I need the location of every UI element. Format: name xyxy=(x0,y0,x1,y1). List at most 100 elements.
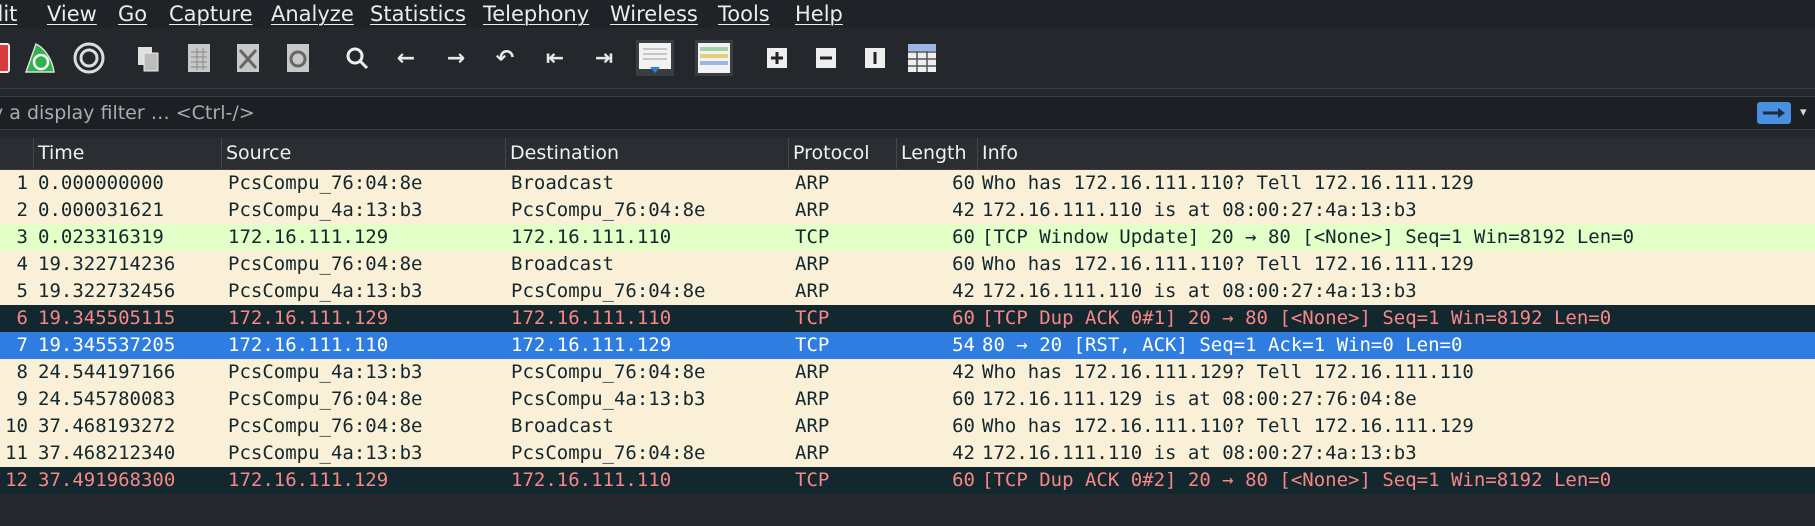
menu-help[interactable]: Help xyxy=(795,2,843,26)
packet-time: 24.544197166 xyxy=(38,361,176,383)
packet-info: [TCP Dup ACK 0#2] 20 → 80 [<None>] Seq=1… xyxy=(982,469,1612,491)
capture-options-button[interactable] xyxy=(71,40,107,76)
packet-row[interactable]: 4 19.322714236 PcsCompu_76:04:8e Broadcast A… xyxy=(0,251,1815,278)
packet-number: 2 xyxy=(16,199,28,221)
packet-protocol: ARP xyxy=(795,172,830,194)
open-file-button[interactable] xyxy=(130,40,166,76)
packet-source: PcsCompu_76:04:8e xyxy=(228,415,423,437)
packet-protocol: ARP xyxy=(795,361,830,383)
arrow-first-icon: ⇤ xyxy=(545,45,565,71)
menu-go[interactable]: Go xyxy=(118,2,147,26)
column-destination-header[interactable]: Destination xyxy=(505,138,788,169)
colorize-button[interactable] xyxy=(694,40,734,76)
go-to-packet-button[interactable]: ↶ xyxy=(487,40,523,76)
packet-protocol: TCP xyxy=(795,469,830,491)
packet-time: 19.345505115 xyxy=(38,307,176,329)
zoom-in-icon xyxy=(767,48,787,68)
normal-size-button[interactable] xyxy=(857,40,893,76)
packet-row[interactable]: 11 37.468212340 PcsCompu_4a:13:b3 PcsCompu_… xyxy=(0,440,1815,467)
stop-icon xyxy=(0,43,10,73)
packet-protocol: ARP xyxy=(795,442,830,464)
save-file-button[interactable] xyxy=(181,40,217,76)
packet-time: 19.322732456 xyxy=(38,280,176,302)
gear-icon xyxy=(73,42,105,74)
zoom-out-button[interactable] xyxy=(808,40,844,76)
restart-capture-button[interactable] xyxy=(22,40,58,76)
packet-length: 42 xyxy=(952,361,975,383)
go-back-button[interactable]: ← xyxy=(388,40,424,76)
packet-source: PcsCompu_4a:13:b3 xyxy=(228,442,423,464)
packet-length: 42 xyxy=(952,199,975,221)
packet-info: Who has 172.16.111.129? Tell 172.16.111.… xyxy=(982,361,1474,383)
filter-dropdown-icon[interactable]: ▾ xyxy=(1800,105,1807,120)
packet-number: 9 xyxy=(16,388,28,410)
packet-row[interactable]: 6 19.345505115 172.16.111.129 172.16.111.11… xyxy=(0,305,1815,332)
packet-source: PcsCompu_76:04:8e xyxy=(228,253,423,275)
packet-info: 172.16.111.110 is at 08:00:27:4a:13:b3 xyxy=(982,280,1417,302)
zoom-in-button[interactable] xyxy=(759,40,795,76)
apply-filter-button[interactable] xyxy=(1757,102,1791,124)
packet-number: 7 xyxy=(16,334,28,356)
main-toolbar: ← → ↶ ⇤ ⇥ xyxy=(0,28,1815,89)
packet-info: 172.16.111.110 is at 08:00:27:4a:13:b3 xyxy=(982,442,1417,464)
menu-analyze[interactable]: Analyze xyxy=(271,2,354,26)
go-forward-button[interactable]: → xyxy=(438,40,474,76)
packet-number: 4 xyxy=(16,253,28,275)
packet-row[interactable]: 9 24.545780083 PcsCompu_76:04:8e PcsCompu_4… xyxy=(0,386,1815,413)
menu-capture[interactable]: Capture xyxy=(169,2,253,26)
menu-tools[interactable]: Tools xyxy=(718,2,770,26)
stop-capture-button[interactable] xyxy=(0,40,14,76)
packet-source: 172.16.111.110 xyxy=(228,334,389,356)
packet-length: 42 xyxy=(952,280,975,302)
column-protocol-header[interactable]: Protocol xyxy=(788,138,897,169)
packet-protocol: ARP xyxy=(795,280,830,302)
packet-source: PcsCompu_4a:13:b3 xyxy=(228,199,423,221)
packet-length: 60 xyxy=(952,307,975,329)
packet-source: 172.16.111.129 xyxy=(228,226,389,248)
packet-row[interactable]: 12 37.491968300 172.16.111.129 172.16.111.1… xyxy=(0,467,1815,494)
resize-columns-button[interactable] xyxy=(904,40,940,76)
packet-length: 42 xyxy=(952,442,975,464)
menu-telephony[interactable]: Telephony xyxy=(483,2,589,26)
packet-destination: 172.16.111.110 xyxy=(511,226,672,248)
menu-wireless[interactable]: Wireless xyxy=(610,2,698,26)
close-file-button[interactable] xyxy=(230,40,266,76)
packet-row[interactable]: 10 37.468193272 PcsCompu_76:04:8e Broadcast… xyxy=(0,413,1815,440)
column-no-header[interactable] xyxy=(0,138,34,169)
packet-protocol: ARP xyxy=(795,199,830,221)
autoscroll-button[interactable] xyxy=(635,40,675,76)
packet-protocol: TCP xyxy=(795,334,830,356)
packet-row[interactable]: 1 0.000000000 PcsCompu_76:04:8e Broadcast AR… xyxy=(0,170,1815,197)
packet-length: 60 xyxy=(952,172,975,194)
shark-fin-restart-icon xyxy=(24,42,55,73)
file-grid-icon xyxy=(188,44,210,72)
last-packet-button[interactable]: ⇥ xyxy=(586,40,622,76)
packet-row[interactable]: 2 0.000031621 PcsCompu_4a:13:b3 PcsCompu_76… xyxy=(0,197,1815,224)
find-packet-button[interactable] xyxy=(339,40,375,76)
menu-edit[interactable]: dit xyxy=(0,2,17,26)
reload-file-button[interactable] xyxy=(280,40,316,76)
first-packet-button[interactable]: ⇤ xyxy=(537,40,573,76)
packet-row[interactable]: 8 24.544197166 PcsCompu_4a:13:b3 PcsCompu_7… xyxy=(0,359,1815,386)
packet-protocol: ARP xyxy=(795,415,830,437)
packet-time: 37.468212340 xyxy=(38,442,176,464)
packet-number: 8 xyxy=(16,361,28,383)
column-length-header[interactable]: Length xyxy=(896,138,981,169)
packet-row[interactable]: 7 19.345537205 172.16.111.110 172.16.111.12… xyxy=(0,332,1815,359)
packet-info: 172.16.111.110 is at 08:00:27:4a:13:b3 xyxy=(982,199,1417,221)
column-source-header[interactable]: Source xyxy=(221,138,504,169)
packet-row[interactable]: 3 0.023316319 172.16.111.129 172.16.111.110… xyxy=(0,224,1815,251)
display-filter-input[interactable] xyxy=(0,97,1740,129)
autoscroll-icon xyxy=(636,40,674,76)
menu-statistics[interactable]: Statistics xyxy=(370,2,466,26)
packet-row[interactable]: 5 19.322732456 PcsCompu_4a:13:b3 PcsCompu_7… xyxy=(0,278,1815,305)
packet-destination: PcsCompu_76:04:8e xyxy=(511,280,706,302)
packet-source: PcsCompu_76:04:8e xyxy=(228,172,423,194)
menu-view[interactable]: View xyxy=(47,2,97,26)
packet-destination: PcsCompu_76:04:8e xyxy=(511,361,706,383)
packet-info: [TCP Dup ACK 0#1] 20 → 80 [<None>] Seq=1… xyxy=(982,307,1612,329)
column-time-header[interactable]: Time xyxy=(33,138,223,169)
column-info-header[interactable]: Info xyxy=(977,138,1812,169)
packet-source: 172.16.111.129 xyxy=(228,469,389,491)
resize-columns-icon xyxy=(908,44,936,72)
